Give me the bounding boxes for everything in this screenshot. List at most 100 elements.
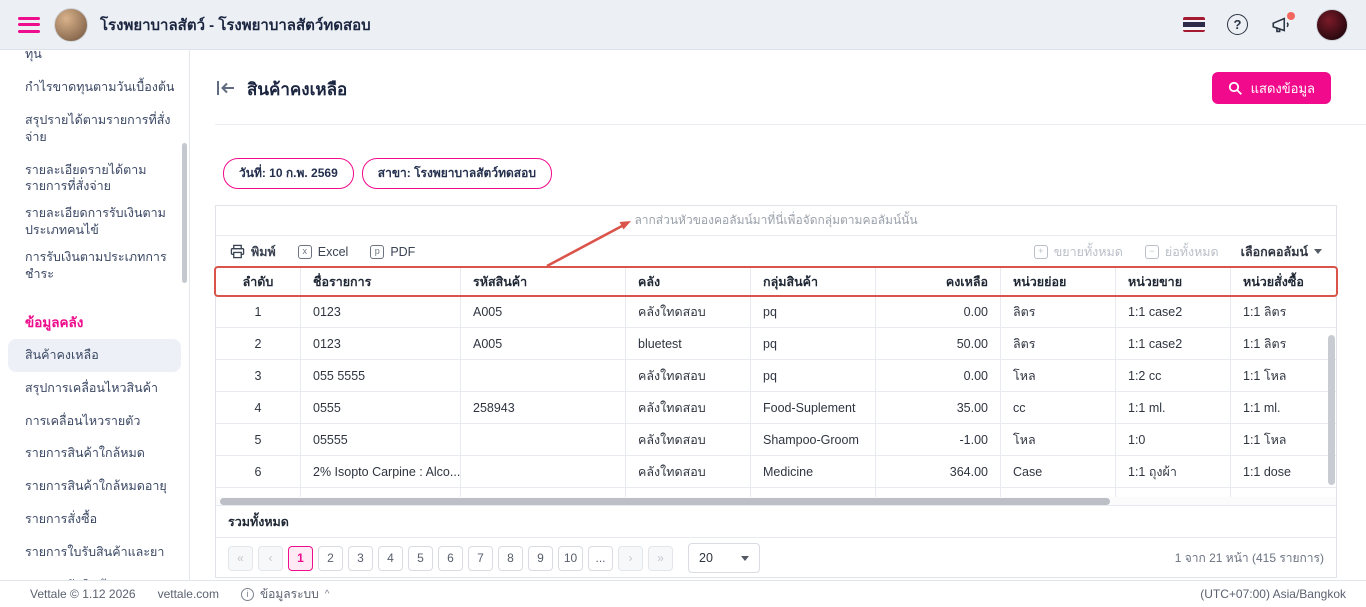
table-row[interactable]: 1 0123 A005 คลังใทดสอบ pq 0.00 ลิตร 1:1 …	[216, 296, 1336, 328]
excel-icon: x	[298, 245, 312, 259]
branch-filter-chip[interactable]: สาขา: โรงพยาบาลสัตว์ทดสอบ	[362, 158, 552, 189]
prev-page-button[interactable]: ‹	[258, 546, 283, 571]
cell: 1	[216, 296, 301, 328]
cell: ลิตร	[1001, 328, 1116, 360]
cell: 3	[216, 360, 301, 392]
page-button-2[interactable]: 2	[318, 546, 343, 571]
collapse-all-button[interactable]: − ย่อทั้งหมด	[1145, 242, 1219, 262]
chevron-down-icon	[1314, 249, 1322, 254]
vettale-link[interactable]: vettale.com	[158, 587, 219, 601]
cell: 1:1 โหล	[1231, 424, 1336, 456]
page-button-9[interactable]: 9	[528, 546, 553, 571]
sidebar-item-clipped[interactable]: ทุน	[0, 50, 189, 71]
announcements-icon[interactable]	[1270, 14, 1294, 36]
export-excel-button[interactable]: x Excel	[298, 245, 349, 259]
page-button-3[interactable]: 3	[348, 546, 373, 571]
column-header[interactable]: กลุ่มสินค้า	[751, 268, 876, 296]
export-pdf-button[interactable]: p PDF	[370, 245, 415, 259]
collapse-panel-icon[interactable]	[215, 78, 237, 98]
page-button-1[interactable]: 1	[288, 546, 313, 571]
column-header[interactable]: ลำดับ	[216, 268, 301, 296]
cell: 1:1 ml.	[1231, 392, 1336, 424]
sidebar-item[interactable]: สรุปการเคลื่อนไหวสินค้า	[0, 372, 189, 405]
help-icon[interactable]: ?	[1227, 14, 1248, 35]
vertical-scrollbar[interactable]	[1328, 335, 1335, 485]
cell: 1:0	[1116, 424, 1231, 456]
show-data-button[interactable]: แสดงข้อมูล	[1212, 72, 1331, 104]
page-button-8[interactable]: 8	[498, 546, 523, 571]
total-row: รวมทั้งหมด	[216, 506, 1336, 538]
table-row[interactable]: 7 คลังใทดสอบ Equipment 0.00	[216, 488, 1336, 497]
user-avatar[interactable]	[1316, 9, 1348, 41]
pagination-info: 1 จาก 21 หน้า (415 รายการ)	[1175, 549, 1324, 568]
sidebar-item[interactable]: รายละเอียดรายได้ตามรายการที่สั่งจ่าย	[0, 154, 189, 204]
last-page-button[interactable]: »	[648, 546, 673, 571]
table-row[interactable]: 3 055 5555 คลังใทดสอบ pq 0.00 โหล 1:2 cc…	[216, 360, 1336, 392]
sidebar-item[interactable]: รายการใบรับสินค้าและยา	[0, 536, 189, 569]
choose-columns-button[interactable]: เลือกคอลัมน์	[1241, 242, 1322, 262]
horizontal-scrollbar[interactable]	[216, 497, 1336, 506]
page-size-select[interactable]: 20	[688, 543, 760, 573]
group-drop-zone[interactable]: ลากส่วนหัวของคอลัมน์มาที่นี่เพื่อจัดกลุ่…	[216, 206, 1336, 236]
sidebar-scrollbar[interactable]	[182, 143, 187, 283]
info-icon: i	[241, 588, 254, 601]
cell: 2% Isopto Carpine : Alco...	[301, 456, 461, 488]
table-row[interactable]: 6 2% Isopto Carpine : Alco... คลังใทดสอบ…	[216, 456, 1336, 488]
cell: Shampoo-Groom	[751, 424, 876, 456]
date-filter-chip[interactable]: วันที่: 10 ก.พ. 2569	[223, 158, 354, 189]
page-button-5[interactable]: 5	[408, 546, 433, 571]
cell: 0.00	[876, 488, 1001, 497]
column-header[interactable]: คงเหลือ	[876, 268, 1001, 296]
table-row[interactable]: 2 0123 A005 bluetest pq 50.00 ลิตร 1:1 c…	[216, 328, 1336, 360]
page-button-6[interactable]: 6	[438, 546, 463, 571]
page-button-10[interactable]: 10	[558, 546, 583, 571]
column-header[interactable]: รหัสสินค้า	[461, 268, 626, 296]
column-header[interactable]: ชื่อรายการ	[301, 268, 461, 296]
cell: คลังใทดสอบ	[626, 392, 751, 424]
cell: 0123	[301, 296, 461, 328]
expand-all-button[interactable]: + ขยายทั้งหมด	[1034, 242, 1123, 262]
cell: 1:1 dose	[1231, 456, 1336, 488]
cell: 1:1 ลิตร	[1231, 328, 1336, 360]
app-title: โรงพยาบาลสัตว์ - โรงพยาบาลสัตว์ทดสอบ	[100, 13, 371, 37]
collapse-all-label: ย่อทั้งหมด	[1165, 242, 1219, 262]
sidebar-item[interactable]: รายการรับสินค้าและยา	[0, 569, 189, 580]
timezone-text: (UTC+07:00) Asia/Bangkok	[1200, 587, 1346, 601]
thai-flag-icon[interactable]	[1183, 17, 1205, 32]
system-info-label: ข้อมูลระบบ	[260, 585, 319, 604]
sidebar-item[interactable]: รายการสินค้าใกล้หมดอายุ	[0, 470, 189, 503]
cell: Case	[1001, 456, 1116, 488]
sidebar-item[interactable]: การเคลื่อนไหวรายตัว	[0, 405, 189, 438]
clinic-avatar[interactable]	[54, 8, 88, 42]
cell: 1:2 cc	[1116, 360, 1231, 392]
column-header[interactable]: หน่วยย่อย	[1001, 268, 1116, 296]
sidebar-item[interactable]: รายละเอียดการรับเงินตามประเภทคนไข้	[0, 203, 189, 247]
cell: 0123	[301, 328, 461, 360]
cell: cc	[1001, 392, 1116, 424]
page-title: สินค้าคงเหลือ	[247, 76, 347, 103]
column-header[interactable]: หน่วยขาย	[1116, 268, 1231, 296]
next-page-button[interactable]: ›	[618, 546, 643, 571]
sidebar-item[interactable]: การรับเงินตามประเภทการชำระ	[0, 247, 189, 291]
page-button-4[interactable]: 4	[378, 546, 403, 571]
page-ellipsis[interactable]: ...	[588, 546, 613, 571]
system-info-button[interactable]: i ข้อมูลระบบ ^	[241, 585, 330, 604]
sidebar-item[interactable]: สรุปรายได้ตามรายการที่สั่งจ่าย	[0, 104, 189, 154]
cell: 50.00	[876, 328, 1001, 360]
menu-icon[interactable]	[18, 17, 40, 33]
table-row[interactable]: 4 0555 258943 คลังใทดสอบ Food-Suplement …	[216, 392, 1336, 424]
filter-chips: วันที่: 10 ก.พ. 2569 สาขา: โรงพยาบาลสัตว…	[223, 158, 552, 189]
cell: คลังใทดสอบ	[626, 456, 751, 488]
first-page-button[interactable]: «	[228, 546, 253, 571]
sidebar-item-stock-remaining[interactable]: สินค้าคงเหลือ	[8, 339, 181, 372]
sidebar-item[interactable]: รายการสั่งซื้อ	[0, 503, 189, 536]
sidebar-item[interactable]: รายการสินค้าใกล้หมด	[0, 437, 189, 470]
page-button-7[interactable]: 7	[468, 546, 493, 571]
chevron-up-icon: ^	[325, 589, 330, 600]
column-header[interactable]: หน่วยสั่งซื้อ	[1231, 268, 1336, 296]
print-button[interactable]: พิมพ์	[230, 242, 276, 262]
table-row[interactable]: 5 05555 คลังใทดสอบ Shampoo-Groom -1.00 โ…	[216, 424, 1336, 456]
cell	[301, 488, 461, 497]
column-header[interactable]: คลัง	[626, 268, 751, 296]
sidebar-item[interactable]: กำไรขาดทุนตามวันเบื้องต้น	[0, 71, 189, 104]
